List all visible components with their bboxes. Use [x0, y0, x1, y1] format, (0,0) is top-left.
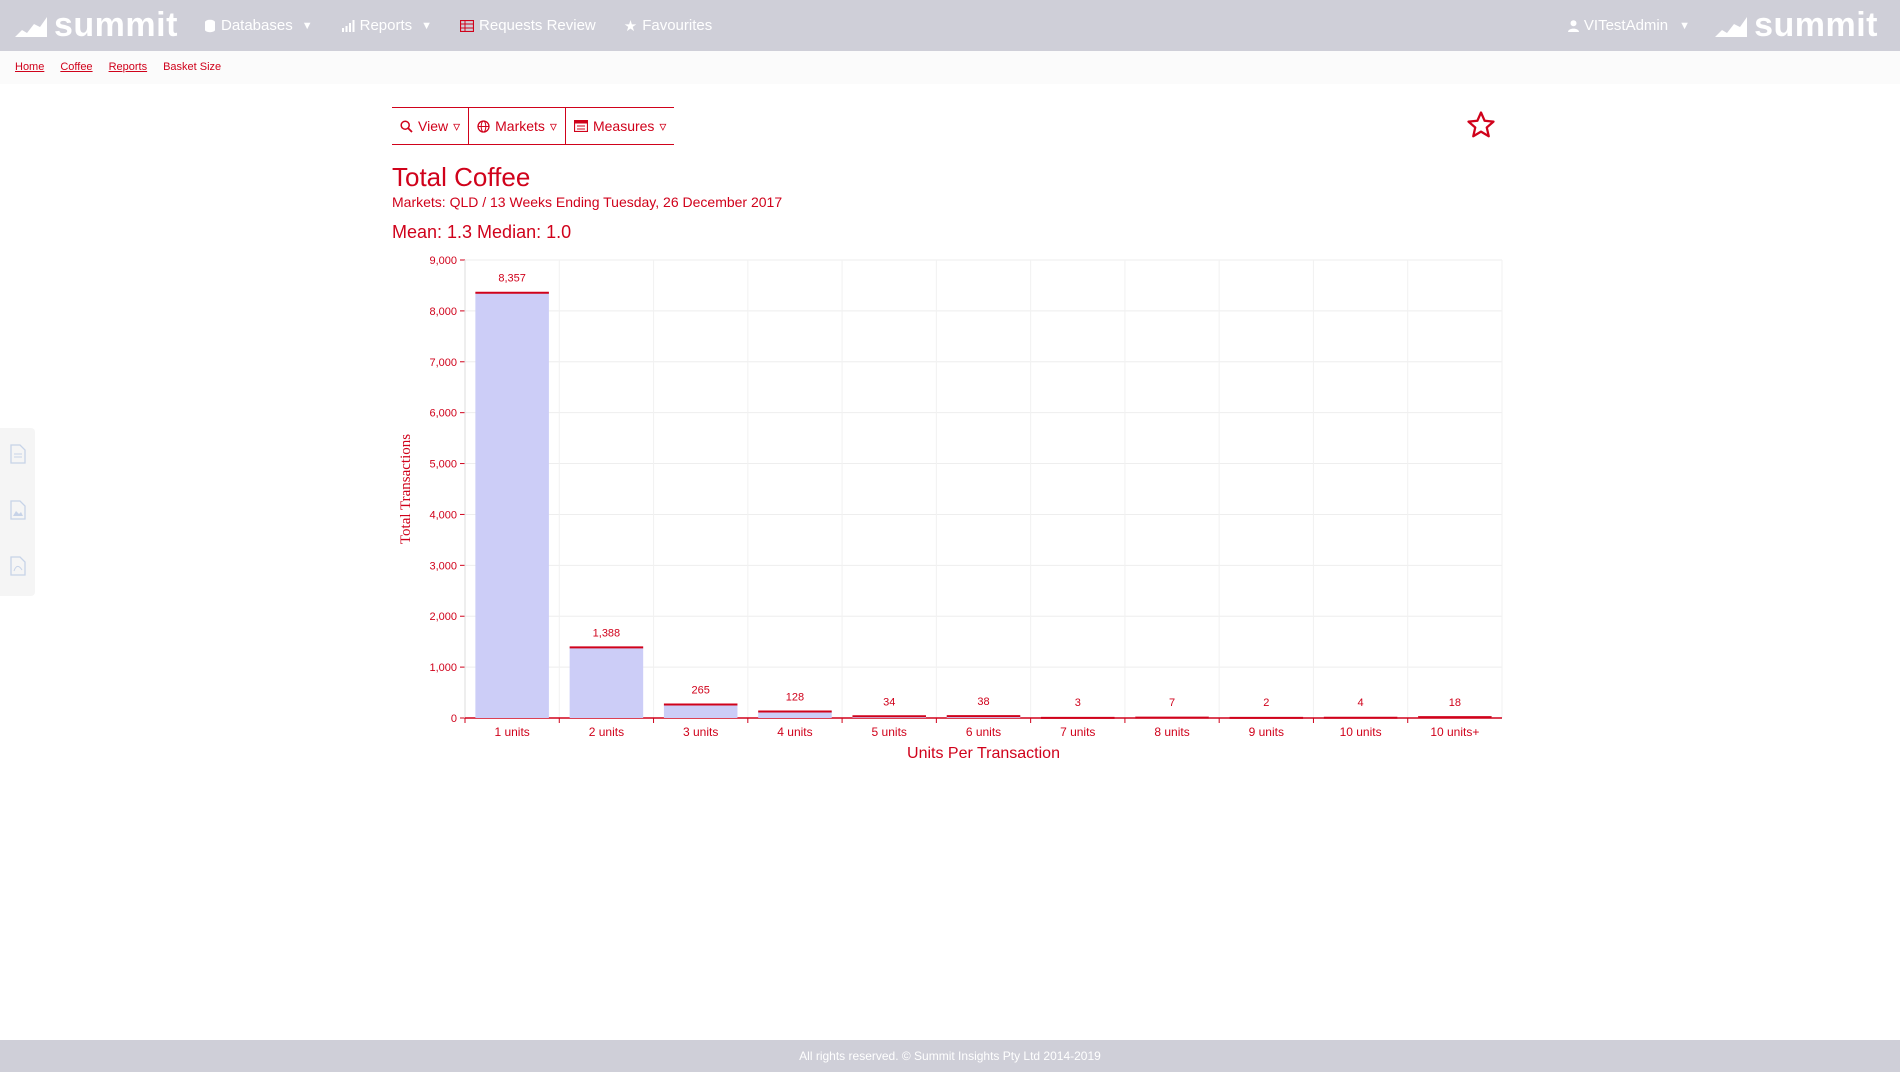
breadcrumb-bar [0, 51, 1900, 84]
star-outline-icon [1467, 111, 1495, 138]
markets-dropdown-button[interactable]: Markets ▿ [468, 108, 566, 144]
user-icon [1567, 19, 1579, 32]
search-icon [400, 119, 413, 133]
brand-logo-right[interactable]: summit [1714, 6, 1878, 45]
nav-favourites-label: Favourites [642, 17, 713, 34]
nav-reports[interactable]: Reports ▼ [341, 17, 432, 34]
file-pdf-icon [9, 555, 26, 576]
bar [475, 292, 549, 718]
data-label: 34 [883, 696, 895, 708]
top-navbar: summit Databases ▼ Reports ▼ Requests Re… [0, 0, 1900, 51]
table-icon [460, 19, 475, 32]
breadcrumb-home[interactable]: Home [15, 61, 44, 73]
bar [663, 704, 738, 718]
data-label: 265 [692, 685, 710, 697]
x-axis-title: Units Per Transaction [907, 745, 1060, 762]
x-tick-label: 3 units [683, 725, 718, 739]
caret-down-icon: ▼ [1679, 19, 1690, 32]
basket-size-chart: 0 1,000 2,000 3,000 4,000 5,000 6,000 7,000 8,00… [398, 255, 1503, 762]
export-image-button[interactable] [9, 499, 26, 525]
x-tick-label: 10 units+ [1430, 725, 1479, 739]
brand-name-right: summit [1754, 6, 1878, 44]
measures-dropdown-button[interactable]: Measures ▿ [566, 108, 675, 144]
x-tick-label: 9 units [1249, 725, 1284, 739]
report-title: Total Coffee [392, 162, 531, 192]
x-tick-label: 7 units [1060, 725, 1095, 739]
footer-copyright: All rights reserved. © Summit Insights P… [799, 1049, 1101, 1063]
export-pdf-button[interactable] [9, 555, 26, 581]
brand-logo-link[interactable]: summit [14, 6, 178, 45]
y-tick-label: 7,000 [429, 357, 457, 369]
x-tick-label: 4 units [777, 725, 812, 739]
nav-databases[interactable]: Databases ▼ [204, 17, 313, 34]
export-document-button[interactable] [9, 443, 26, 469]
x-tick-label: 5 units [872, 725, 907, 739]
nav-requests-review[interactable]: Requests Review [460, 17, 596, 34]
star-icon: ★ [623, 17, 638, 35]
data-label: 38 [977, 696, 989, 708]
user-name: VITestAdmin [1583, 17, 1669, 34]
caret-down-icon: ▼ [421, 19, 433, 32]
breadcrumb-reports[interactable]: Reports [109, 61, 148, 73]
view-label: View [418, 118, 449, 134]
bar-chart-icon [341, 19, 355, 32]
x-tick-label: 10 units [1340, 725, 1382, 739]
main-nav: Databases ▼ Reports ▼ Requests Review ★ [204, 0, 712, 51]
triangle-down-icon: ▿ [549, 117, 557, 134]
markets-label: Markets [495, 118, 545, 134]
add-favourite-button[interactable] [1466, 110, 1496, 145]
y-tick-label: 2,000 [429, 611, 457, 623]
summit-chart-icon [15, 16, 47, 37]
y-tick-label: 4,000 [429, 509, 457, 521]
measures-label: Measures [592, 118, 655, 134]
caret-down-icon: ▼ [301, 19, 313, 32]
nav-requests-review-label: Requests Review [479, 17, 596, 34]
y-tick-label: 3,000 [429, 560, 457, 572]
data-label: 4 [1358, 697, 1364, 709]
report-subtitle: Markets: QLD / 13 Weeks Ending Tuesday, … [392, 194, 783, 210]
view-dropdown-button[interactable]: View ▿ [392, 108, 468, 144]
nav-reports-label: Reports [359, 17, 413, 34]
data-label: 128 [786, 691, 804, 703]
x-tick-label: 2 units [589, 725, 624, 739]
data-label: 1,388 [593, 627, 621, 639]
nav-favourites[interactable]: ★ Favourites [624, 17, 712, 35]
data-label: 3 [1075, 697, 1081, 709]
nav-databases-label: Databases [221, 17, 293, 34]
footer: All rights reserved. © Summit Insights P… [0, 1040, 1900, 1072]
data-label: 18 [1449, 697, 1461, 709]
brand-name: summit [54, 6, 178, 44]
breadcrumb-current: Basket Size [163, 61, 222, 73]
globe-icon [477, 119, 490, 133]
y-tick-label: 0 [451, 713, 457, 725]
y-tick-label: 9,000 [429, 255, 457, 267]
x-tick-label: 8 units [1154, 725, 1189, 739]
user-menu[interactable]: VITestAdmin ▼ [1567, 0, 1690, 51]
x-tick-label: 1 units [494, 725, 529, 739]
y-tick-label: 6,000 [429, 408, 457, 420]
report-stats: Mean: 1.3 Median: 1.0 [392, 222, 572, 242]
file-image-icon [9, 499, 26, 520]
x-tick-label: 6 units [966, 725, 1001, 739]
data-label: 8,357 [498, 273, 526, 285]
file-document-icon [9, 443, 26, 464]
breadcrumb: Home Coffee Reports Basket Size [15, 61, 221, 73]
data-label: 7 [1169, 697, 1175, 709]
report-toolbar: View ▿ Markets ▿ Measures ▿ [392, 107, 675, 145]
database-icon [205, 19, 215, 32]
y-tick-label: 8,000 [429, 306, 457, 318]
data-label: 2 [1263, 697, 1269, 709]
export-side-panel [0, 428, 35, 596]
triangle-down-icon: ▿ [453, 117, 461, 134]
summit-chart-icon [1715, 16, 1748, 37]
bar [569, 647, 644, 718]
y-axis-title: Total Transactions [398, 434, 414, 544]
triangle-down-icon: ▿ [659, 117, 667, 134]
y-tick-label: 1,000 [429, 662, 457, 674]
list-icon [573, 120, 588, 132]
breadcrumb-coffee[interactable]: Coffee [60, 61, 92, 73]
y-tick-label: 5,000 [429, 459, 457, 471]
